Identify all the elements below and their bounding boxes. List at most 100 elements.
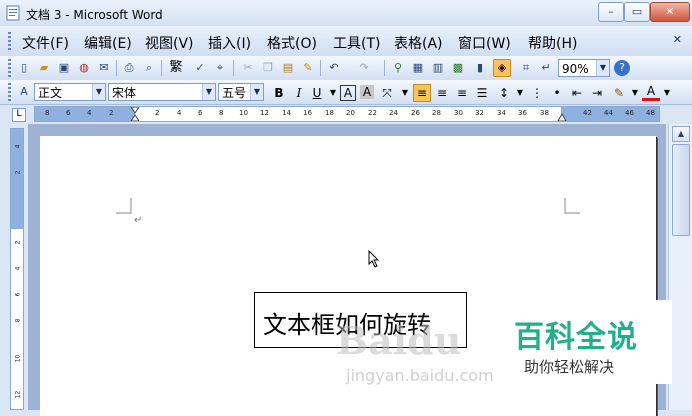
ruler-label: 4 [87, 109, 92, 117]
right-indent-marker-icon[interactable] [557, 113, 567, 121]
char-shading-button[interactable]: A [360, 85, 374, 99]
menu-file[interactable]: 文件(F) [22, 33, 69, 53]
ruler-label: 8 [219, 109, 224, 117]
columns-icon[interactable]: ▮ [472, 60, 488, 76]
ruler-label: 20 [346, 109, 355, 117]
print-icon[interactable]: ⎙ [121, 60, 137, 76]
ruler-label: 16 [303, 109, 312, 117]
chevron-down-icon[interactable]: ▼ [658, 84, 676, 102]
chevron-down-icon[interactable]: ▼ [250, 84, 263, 100]
chevron-down-icon[interactable]: ▼ [202, 84, 215, 100]
menu-edit[interactable]: 编辑(E) [84, 33, 132, 53]
redo-icon[interactable]: ↷ [356, 60, 372, 76]
permission-icon[interactable]: ◍ [76, 60, 92, 76]
badge-title: 百科全说 [514, 320, 638, 355]
font-size-select[interactable]: 五号 ▼ [218, 83, 264, 101]
menu-window[interactable]: 窗口(W) [458, 33, 511, 53]
ruler-label: 4 [14, 144, 22, 149]
scroll-up-icon[interactable]: ▲ [672, 126, 690, 142]
vertical-ruler[interactable]: 4 2 2 4 6 8 10 12 [10, 128, 24, 410]
ruler-label: 6 [198, 109, 203, 117]
maximize-button[interactable]: ▭ [624, 2, 650, 22]
decrease-indent-icon[interactable]: ⇤ [568, 84, 586, 102]
spelling-icon[interactable]: ✓ [192, 60, 208, 76]
new-document-icon[interactable]: ▯ [16, 60, 32, 76]
first-line-indent-marker-icon[interactable] [130, 107, 140, 121]
bold-button[interactable]: B [270, 84, 288, 102]
menu-format[interactable]: 格式(O) [267, 33, 317, 53]
ruler-label: 2 [155, 109, 160, 117]
menu-options-icon[interactable]: ✕ [673, 33, 682, 46]
font-select[interactable]: 宋体 ▼ [108, 83, 216, 101]
ruler-label: 48 [646, 109, 655, 117]
chevron-down-icon[interactable]: ▼ [396, 84, 414, 102]
ruler-label: 38 [540, 109, 549, 117]
justify-icon[interactable]: ☰ [473, 84, 491, 102]
style-select[interactable]: 正文 ▼ [34, 83, 106, 101]
hyperlink-icon[interactable]: ⚲ [390, 60, 406, 76]
ruler-label: 30 [454, 109, 463, 117]
horizontal-ruler[interactable]: 8 6 4 2 2 4 6 8 10 12 14 16 18 20 22 24 … [34, 106, 660, 122]
minimize-button[interactable]: – [598, 2, 624, 22]
chevron-down-icon[interactable]: ▼ [511, 84, 529, 102]
menu-view[interactable]: 视图(V) [145, 33, 194, 53]
paragraph-mark-icon: ↵ [134, 215, 143, 226]
align-right-icon[interactable]: ≡ [453, 84, 471, 102]
print-preview-icon[interactable]: ⌕ [141, 60, 157, 76]
ruler-label: 42 [583, 109, 592, 117]
insert-table-icon[interactable]: ▥ [430, 60, 446, 76]
ruler-label: 28 [432, 109, 441, 117]
help-icon[interactable]: ? [614, 60, 630, 76]
menu-table[interactable]: 表格(A) [394, 33, 443, 53]
tab-selector[interactable]: L [12, 108, 26, 122]
show-hide-icon[interactable]: ↵ [538, 60, 554, 76]
ruler-label: 8 [14, 318, 22, 323]
paste-icon[interactable]: ▤ [280, 60, 296, 76]
ruler-label: 14 [282, 109, 291, 117]
menu-grip[interactable] [8, 32, 11, 50]
styles-formatting-icon[interactable]: A [16, 84, 32, 100]
zoom-select[interactable]: 90% ▼ [558, 59, 610, 77]
ruler-label: 36 [518, 109, 527, 117]
ruler-label: 10 [239, 109, 248, 117]
cut-icon[interactable]: ✂ [240, 60, 256, 76]
undo-icon[interactable]: ↶ [326, 60, 342, 76]
tables-borders-icon[interactable]: ▦ [410, 60, 426, 76]
ruler-label: 12 [14, 390, 22, 399]
email-icon[interactable]: ✉ [96, 60, 112, 76]
copy-icon[interactable]: ❐ [260, 60, 276, 76]
open-folder-icon[interactable]: ▰ [36, 60, 52, 76]
toolbar-grip[interactable] [8, 83, 11, 101]
align-center-icon[interactable]: ≡ [433, 84, 451, 102]
zoom-value: 90% [562, 62, 589, 76]
toolbar-grip[interactable] [8, 59, 11, 77]
format-painter-icon[interactable]: ✎ [300, 60, 316, 76]
menu-bar: 文件(F) 编辑(E) 视图(V) 插入(I) 格式(O) 工具(T) 表格(A… [0, 26, 692, 57]
ruler-label: 4 [177, 109, 182, 117]
menu-tools[interactable]: 工具(T) [333, 33, 380, 53]
bullets-icon[interactable]: • [548, 84, 566, 102]
numbering-icon[interactable]: ⋮ [528, 84, 546, 102]
traditional-chinese-icon[interactable]: 繁 [166, 60, 186, 76]
char-border-button[interactable]: A [340, 85, 356, 101]
document-map-icon[interactable]: ⌗ [518, 60, 534, 76]
scroll-thumb[interactable] [672, 144, 690, 236]
close-button[interactable]: ✕ [650, 2, 690, 22]
insert-excel-icon[interactable]: ▩ [450, 60, 466, 76]
save-icon[interactable]: ▣ [56, 60, 72, 76]
ruler-label: 44 [604, 109, 613, 117]
menu-help[interactable]: 帮助(H) [528, 33, 577, 53]
chevron-down-icon[interactable]: ▼ [596, 60, 609, 76]
ruler-label: 22 [368, 109, 377, 117]
italic-button[interactable]: I [290, 84, 308, 102]
drawing-icon[interactable]: ◈ [493, 59, 511, 77]
jingyan-watermark: jingyan.baidu.com [346, 366, 494, 385]
chevron-down-icon[interactable]: ▼ [92, 84, 105, 100]
increase-indent-icon[interactable]: ⇥ [588, 84, 606, 102]
align-left-icon[interactable]: ≡ [413, 84, 431, 102]
char-scaling-icon[interactable]: ⤧ [378, 84, 396, 102]
ruler-label: 8 [45, 109, 50, 117]
menu-insert[interactable]: 插入(I) [208, 33, 251, 53]
ruler-label: 18 [325, 109, 334, 117]
research-icon[interactable]: ⌖ [212, 60, 228, 76]
